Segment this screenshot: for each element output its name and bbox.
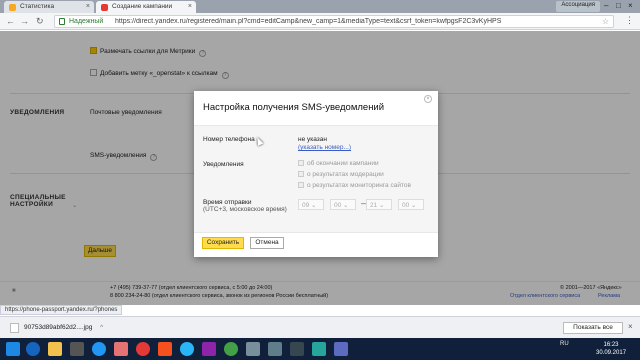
app-icon[interactable]: [114, 342, 128, 356]
option-campaign-end: об окончании кампании: [298, 160, 379, 167]
chevron-down-icon: ⌄: [311, 202, 317, 209]
skype-icon[interactable]: [180, 342, 194, 356]
checkbox-disabled-icon: [298, 182, 304, 188]
checkbox-disabled-icon: [298, 160, 304, 166]
tab-statistics[interactable]: Статистика ×: [4, 1, 94, 13]
ie-icon[interactable]: [26, 342, 40, 356]
tab-label: Статистика: [20, 3, 55, 10]
option-moderation: о результатах модерации: [298, 171, 384, 178]
select-value: 00: [334, 202, 342, 209]
start-icon[interactable]: [6, 342, 20, 356]
modal-title: Настройка получения SMS-уведомлений: [203, 102, 385, 113]
chevron-up-icon[interactable]: ^: [100, 324, 103, 331]
close-window-icon[interactable]: ×: [628, 1, 633, 10]
phone-label: Номер телефона: [203, 136, 255, 143]
app-icon[interactable]: [202, 342, 216, 356]
select-value: 00: [402, 202, 410, 209]
opera-icon[interactable]: [136, 342, 150, 356]
url-text[interactable]: https://direct.yandex.ru/registered/main…: [115, 18, 585, 25]
file-icon: [10, 323, 19, 333]
sms-settings-modal: Настройка получения SMS-уведомлений × Но…: [194, 91, 438, 257]
clock-date: 30.09.2017: [596, 350, 627, 356]
back-icon[interactable]: ←: [6, 16, 15, 26]
close-tab-icon[interactable]: ×: [86, 3, 90, 10]
address-bar[interactable]: Надежный https://direct.yandex.ru/regist…: [54, 15, 614, 28]
profile-button[interactable]: Ассоциация: [556, 1, 600, 12]
tab-create-campaign[interactable]: Создание кампании ×: [96, 1, 196, 13]
lock-icon: [59, 18, 65, 25]
close-icon[interactable]: ×: [628, 322, 633, 331]
chevron-down-icon: ⌄: [379, 202, 385, 209]
select-value: 21: [370, 202, 378, 209]
app-icon[interactable]: [312, 342, 326, 356]
favicon-icon: [9, 4, 16, 11]
reload-icon[interactable]: ↻: [36, 16, 44, 27]
chevron-down-icon: ⌄: [411, 202, 417, 209]
download-item[interactable]: 90753d89abf62d2....jpg ^: [6, 321, 103, 335]
browser-toolbar: ← → ↻ Надежный https://direct.yandex.ru/…: [0, 13, 640, 30]
taskbar-clock[interactable]: 16:23 30.09.2017: [596, 341, 626, 357]
save-button[interactable]: Сохранить: [202, 237, 244, 249]
option-text: о результатах мониторинга сайтов: [307, 182, 411, 189]
close-tab-icon[interactable]: ×: [188, 3, 192, 10]
select-value: 09: [302, 202, 310, 209]
option-text: об окончании кампании: [307, 160, 379, 167]
to-minute-select: 00 ⌄: [398, 199, 424, 210]
modal-body: Номер телефона не указан (указать номер.…: [194, 125, 438, 233]
clock-time: 16:23: [603, 342, 619, 348]
app-icon[interactable]: [158, 342, 172, 356]
close-icon[interactable]: ×: [424, 95, 432, 103]
secure-label: Надежный: [69, 18, 104, 25]
option-text: о результатах модерации: [307, 171, 384, 178]
send-time-sublabel: (UTC+3, московское время): [203, 206, 287, 213]
browser-menu-icon[interactable]: ⋮: [625, 15, 634, 26]
app-icon[interactable]: [246, 342, 260, 356]
language-indicator[interactable]: RU: [560, 341, 569, 347]
option-monitoring: о результатах мониторинга сайтов: [298, 182, 411, 189]
folder-icon[interactable]: [48, 342, 62, 356]
app-icon[interactable]: [92, 342, 106, 356]
maximize-icon[interactable]: □: [616, 1, 621, 10]
minimize-icon[interactable]: –: [604, 1, 608, 10]
show-all-downloads-button[interactable]: Показать все: [563, 322, 623, 334]
favicon-icon: [101, 4, 108, 11]
app-icon[interactable]: [334, 342, 348, 356]
downloads-bar: 90753d89abf62d2....jpg ^ Показать все ×: [0, 316, 640, 338]
chevron-down-icon: ⌄: [343, 202, 349, 209]
app-icon[interactable]: [268, 342, 282, 356]
phone-value: не указан: [298, 136, 327, 143]
from-minute-select: 00 ⌄: [330, 199, 356, 210]
notifications-label: Уведомления: [203, 161, 244, 168]
add-phone-link[interactable]: (указать номер...): [298, 144, 351, 151]
taskbar: RU 16:23 30.09.2017: [0, 338, 640, 360]
to-hour-select: 21 ⌄: [366, 199, 392, 210]
checkbox-disabled-icon: [298, 171, 304, 177]
cancel-button[interactable]: Отмена: [250, 237, 284, 249]
download-filename: 90753d89abf62d2....jpg: [24, 324, 93, 331]
app-icon[interactable]: [290, 342, 304, 356]
from-hour-select: 09 ⌄: [298, 199, 324, 210]
forward-icon[interactable]: →: [20, 16, 29, 26]
bookmark-star-icon[interactable]: ☆: [602, 17, 609, 26]
send-time-label: Время отправки: [203, 199, 252, 206]
chrome-icon[interactable]: [224, 342, 238, 356]
status-url: https://phone-passport.yandex.ru/?phones: [0, 305, 123, 315]
media-player-icon[interactable]: [70, 342, 84, 356]
browser-tab-strip: Статистика × Создание кампании × Ассоциа…: [0, 0, 640, 13]
tab-label: Создание кампании: [112, 3, 173, 10]
